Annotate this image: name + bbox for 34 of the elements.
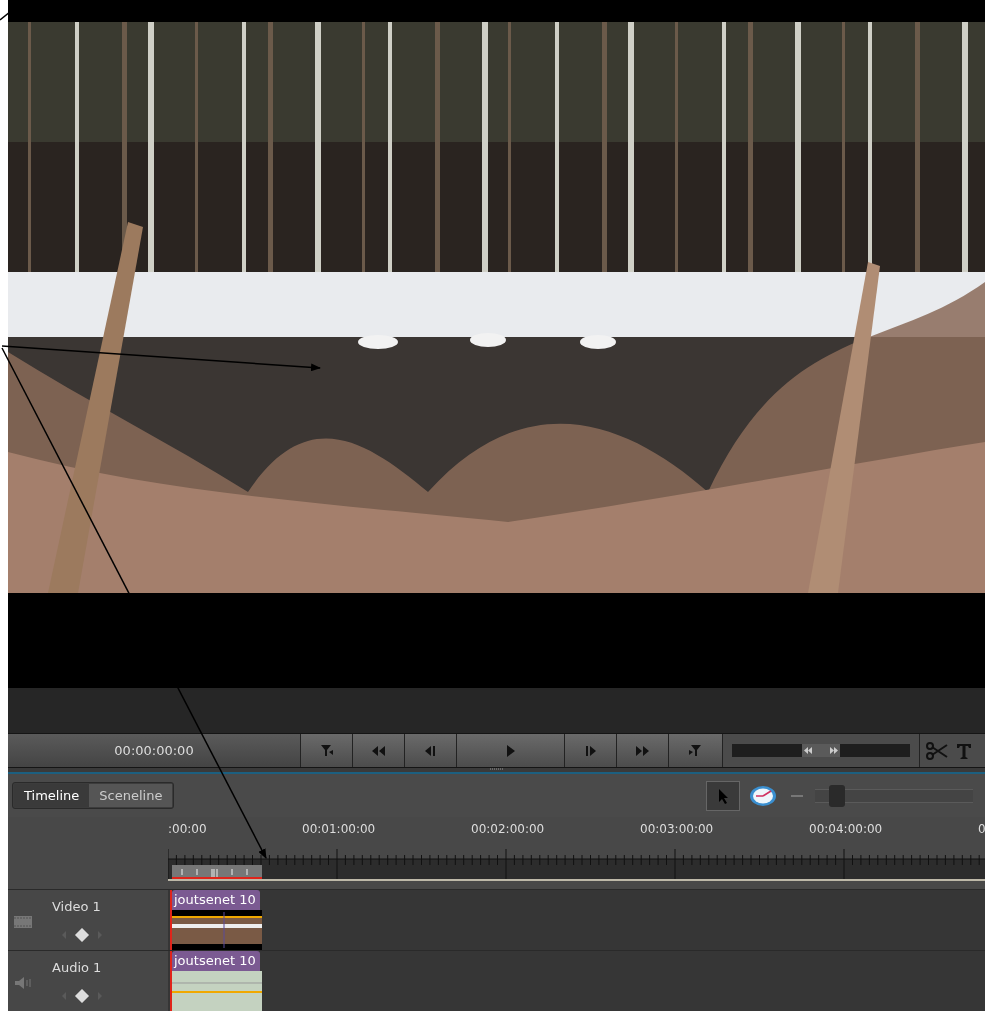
slider-thumb[interactable] xyxy=(829,784,846,807)
grip-icon xyxy=(489,768,504,771)
keyframe-nav-icon xyxy=(60,927,104,943)
track-name: Audio 1 xyxy=(52,959,103,977)
rewind-button[interactable] xyxy=(352,734,404,767)
jog-slider[interactable] xyxy=(732,744,910,757)
speaker-icon xyxy=(14,975,32,990)
selection-tool-button[interactable] xyxy=(706,780,740,811)
film-icon xyxy=(14,915,32,928)
clip-label[interactable]: joutsenet 10 xyxy=(172,890,260,910)
text-icon xyxy=(956,741,972,760)
clock-icon xyxy=(749,785,777,807)
scissors-button[interactable] xyxy=(926,741,948,760)
view-tab[interactable]: Sceneline xyxy=(89,783,173,808)
minus-icon xyxy=(791,794,803,798)
keyframe-nav-icon xyxy=(60,988,104,1004)
fast-forward-button[interactable] xyxy=(616,734,668,767)
set-out-button[interactable] xyxy=(668,734,722,767)
cursor-icon xyxy=(716,786,730,805)
ruler-label: 00:01:00:00 xyxy=(302,821,377,838)
step-forward-button[interactable] xyxy=(564,734,616,767)
timecode[interactable]: 00:00:00:00 xyxy=(8,734,300,767)
ruler-label: 00:02:00:00 xyxy=(471,821,546,838)
text-tool-button[interactable] xyxy=(956,741,972,760)
play-button[interactable] xyxy=(456,734,564,767)
track-name: Video 1 xyxy=(52,898,102,916)
clip-label[interactable]: joutsenet 10 xyxy=(172,951,260,971)
ruler-label: 0 xyxy=(978,821,985,838)
step-back-button[interactable] xyxy=(404,734,456,767)
set-in-button[interactable] xyxy=(300,734,352,767)
ruler-label: 00:03:00:00 xyxy=(640,821,715,838)
scissors-icon xyxy=(926,741,948,760)
ruler-label: :00:00 xyxy=(168,821,208,838)
ruler-label: 00:04:00:00 xyxy=(809,821,884,838)
